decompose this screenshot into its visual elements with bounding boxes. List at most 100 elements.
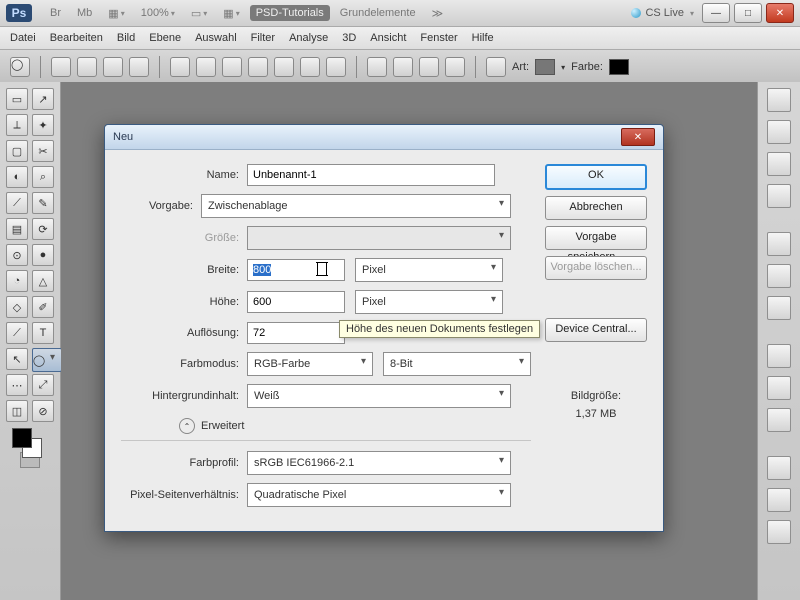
screenmode-button[interactable]: ▭▾ <box>185 5 213 22</box>
tool[interactable]: ⋯ <box>6 374 28 396</box>
tool[interactable]: ✦ <box>32 114 54 136</box>
shape-ellipse-icon[interactable] <box>248 57 268 77</box>
shape-roundrect-icon[interactable] <box>222 57 242 77</box>
tool[interactable]: ◫ <box>6 400 28 422</box>
fg-bg-colors[interactable] <box>6 426 54 460</box>
aufloesung-input[interactable] <box>247 322 345 344</box>
pixelsv-select[interactable]: Quadratische Pixel <box>247 483 511 507</box>
name-input[interactable] <box>247 164 495 186</box>
tool[interactable]: ⊘ <box>32 400 54 422</box>
panel-icon[interactable] <box>767 488 791 512</box>
workspace-tab-active[interactable]: PSD-Tutorials <box>250 5 330 21</box>
zoom-level[interactable]: 100%▾ <box>135 5 181 21</box>
window-close-button[interactable]: ✕ <box>766 3 794 23</box>
tool[interactable]: ⟳ <box>32 218 54 240</box>
window-maximize-button[interactable]: □ <box>734 3 762 23</box>
tool[interactable]: ⊙ <box>6 244 28 266</box>
tool[interactable]: ▤ <box>6 218 28 240</box>
dialog-titlebar[interactable]: Neu ✕ <box>105 125 663 150</box>
panel-icon[interactable] <box>767 88 791 112</box>
shape-line-icon[interactable] <box>300 57 320 77</box>
tool[interactable]: ⌕ <box>32 166 54 188</box>
tool[interactable]: ▢ <box>6 140 28 162</box>
tool[interactable]: ✎ <box>32 192 54 214</box>
panel-icon[interactable] <box>767 120 791 144</box>
cs-live-button[interactable]: CS Live▾ <box>631 7 694 19</box>
tool[interactable]: ⟋ <box>6 322 28 344</box>
panel-icon[interactable] <box>767 344 791 368</box>
art-swatch[interactable] <box>535 59 555 75</box>
tool-preset[interactable]: ◯ <box>10 57 30 77</box>
hoehe-unit-select[interactable]: Pixel <box>355 290 503 314</box>
tool-ellipse[interactable]: ◯ <box>32 348 62 372</box>
pathop-icon[interactable] <box>445 57 465 77</box>
tool[interactable]: ◔ <box>6 270 28 292</box>
color-swatch[interactable] <box>609 59 629 75</box>
hoehe-input[interactable] <box>247 291 345 313</box>
tool[interactable]: ⟋ <box>6 192 28 214</box>
arrange-docs-button[interactable]: ▦▾ <box>102 5 130 22</box>
pen-icon[interactable] <box>170 57 190 77</box>
menu-item[interactable]: Datei <box>10 32 36 44</box>
selmode-int[interactable] <box>129 57 149 77</box>
panel-icon[interactable] <box>767 408 791 432</box>
minibridge-button[interactable]: Mb <box>71 5 98 21</box>
tool[interactable]: ⤢ <box>32 374 54 396</box>
menu-item[interactable]: Filter <box>251 32 275 44</box>
menu-item[interactable]: 3D <box>342 32 356 44</box>
breite-input[interactable] <box>247 259 345 281</box>
hintergrund-select[interactable]: Weiß <box>247 384 511 408</box>
tool[interactable]: ⟂ <box>6 114 28 136</box>
menu-item[interactable]: Ebene <box>149 32 181 44</box>
tool[interactable]: ▭ <box>6 88 28 110</box>
tool[interactable]: ✐ <box>32 296 54 318</box>
vorgabe-select[interactable]: Zwischenablage <box>201 194 511 218</box>
panel-icon[interactable] <box>767 184 791 208</box>
ok-button[interactable]: OK <box>545 164 647 190</box>
pathop-icon[interactable] <box>419 57 439 77</box>
dialog-close-button[interactable]: ✕ <box>621 128 655 146</box>
panel-icon[interactable] <box>767 520 791 544</box>
tool[interactable]: △ <box>32 270 54 292</box>
extras-button[interactable]: ▦▾ <box>217 5 245 22</box>
device-central-button[interactable]: Device Central... <box>545 318 647 342</box>
farbprofil-select[interactable]: sRGB IEC61966-2.1 <box>247 451 511 475</box>
menu-item[interactable]: Bild <box>117 32 135 44</box>
tool[interactable]: T <box>32 322 54 344</box>
panel-icon[interactable] <box>767 264 791 288</box>
save-preset-button[interactable]: Vorgabe speichern... <box>545 226 647 250</box>
panel-icon[interactable] <box>767 376 791 400</box>
breite-unit-select[interactable]: Pixel <box>355 258 503 282</box>
menu-item[interactable]: Hilfe <box>472 32 494 44</box>
tool[interactable]: ◐ <box>6 166 28 188</box>
menu-item[interactable]: Fenster <box>420 32 457 44</box>
bit-depth-select[interactable]: 8-Bit <box>383 352 531 376</box>
panel-icon[interactable] <box>767 456 791 480</box>
selmode-sub[interactable] <box>103 57 123 77</box>
tool[interactable]: ↗ <box>32 88 54 110</box>
panel-icon[interactable] <box>767 296 791 320</box>
selmode-new[interactable] <box>51 57 71 77</box>
tool[interactable]: ✂ <box>32 140 54 162</box>
shape-custom-icon[interactable] <box>326 57 346 77</box>
workspace-tab[interactable]: Grundelemente <box>334 5 422 21</box>
cancel-button[interactable]: Abbrechen <box>545 196 647 220</box>
menu-item[interactable]: Bearbeiten <box>50 32 103 44</box>
menu-item[interactable]: Auswahl <box>195 32 237 44</box>
workspace-overflow[interactable]: ≫ <box>426 5 450 22</box>
selmode-add[interactable] <box>77 57 97 77</box>
panel-icon[interactable] <box>767 152 791 176</box>
window-minimize-button[interactable]: — <box>702 3 730 23</box>
menu-item[interactable]: Ansicht <box>370 32 406 44</box>
bridge-button[interactable]: Br <box>44 5 67 21</box>
tool[interactable]: ◇ <box>6 296 28 318</box>
tool[interactable]: ↖ <box>6 348 28 370</box>
link-icon[interactable] <box>486 57 506 77</box>
tool[interactable]: ● <box>32 244 54 266</box>
panel-icon[interactable] <box>767 232 791 256</box>
shape-rect-icon[interactable] <box>196 57 216 77</box>
shape-poly-icon[interactable] <box>274 57 294 77</box>
erweitert-toggle[interactable]: ⌃ Erweitert <box>179 418 531 434</box>
pathop-icon[interactable] <box>393 57 413 77</box>
menu-item[interactable]: Analyse <box>289 32 328 44</box>
